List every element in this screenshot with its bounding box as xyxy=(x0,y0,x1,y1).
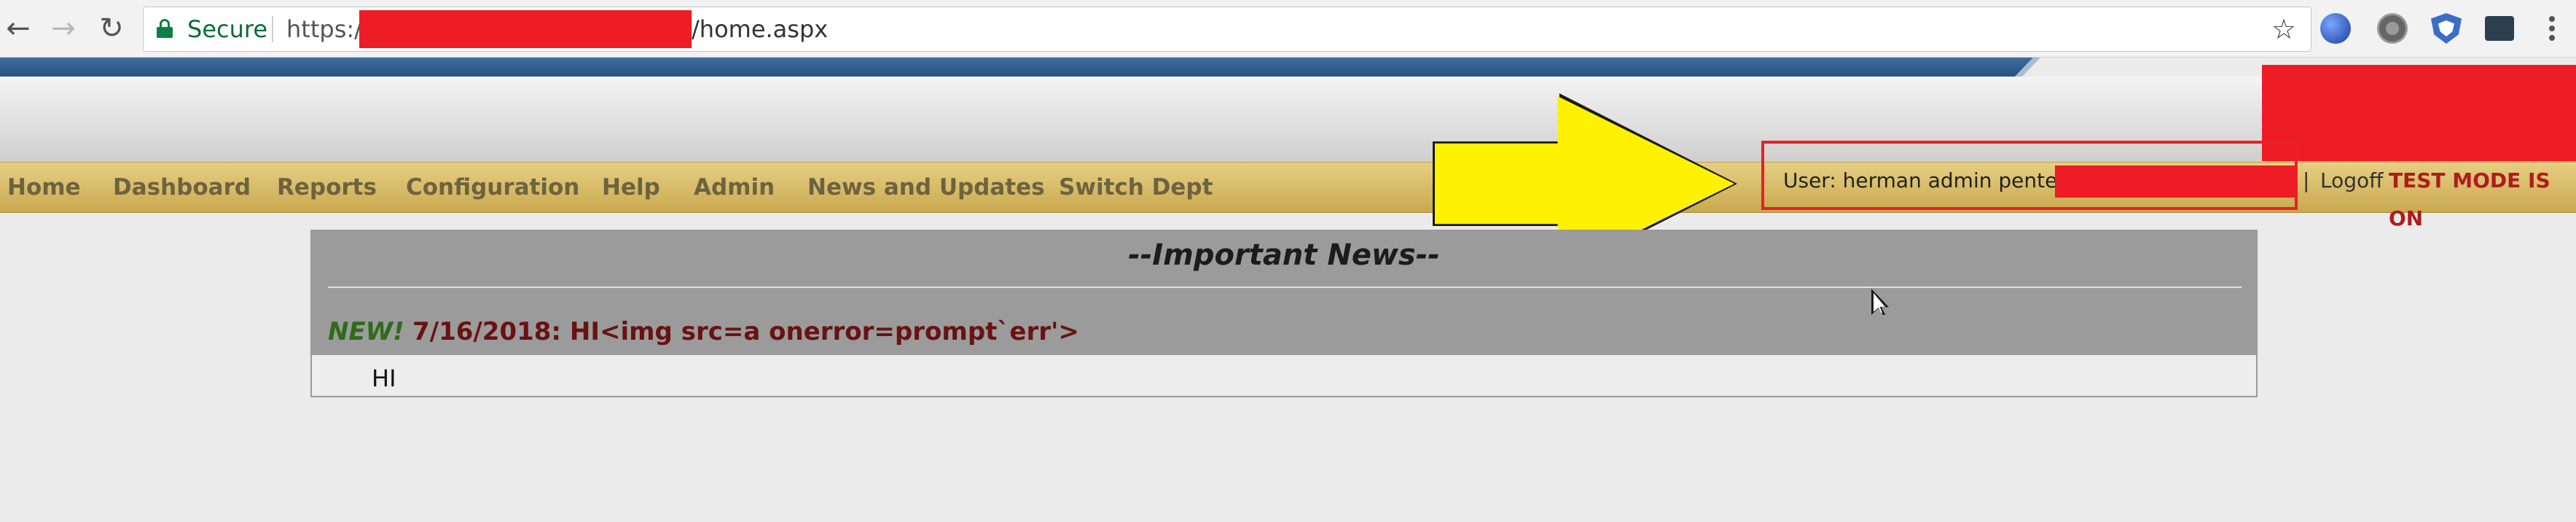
nav-configuration[interactable]: Configuration xyxy=(406,163,579,212)
news-title: --Important News-- xyxy=(1128,238,1440,272)
secure-label: Secure xyxy=(187,15,268,43)
nav-switch-dept[interactable]: Switch Dept xyxy=(1059,163,1213,212)
news-divider xyxy=(328,287,2242,288)
news-body: HI xyxy=(372,365,396,392)
url-prefix: https:// xyxy=(286,15,370,43)
logoff-link[interactable]: Logoff xyxy=(2320,162,2383,200)
header-redaction xyxy=(2262,65,2576,161)
nav-home[interactable]: Home xyxy=(7,163,81,212)
lock-icon xyxy=(157,19,173,38)
news-panel: --Important News-- NEW! 7/16/2018: HI<im… xyxy=(310,230,2258,397)
header-band xyxy=(0,58,2033,77)
omnibox-divider xyxy=(272,16,273,42)
url-path: /home.aspx xyxy=(692,15,829,43)
nav-admin[interactable]: Admin xyxy=(694,163,775,212)
new-badge: NEW! xyxy=(328,317,404,346)
briefcase-icon[interactable] xyxy=(2485,16,2514,41)
back-icon[interactable]: ← xyxy=(0,10,36,47)
reload-icon[interactable]: ↻ xyxy=(93,10,130,47)
forward-icon[interactable]: → xyxy=(45,10,82,47)
test-mode-indicator: TEST MODE IS ON xyxy=(2389,168,2550,230)
nav-help[interactable]: Help xyxy=(602,163,660,212)
header-separator: | xyxy=(2303,168,2310,192)
nav-news-updates[interactable]: News and Updates xyxy=(807,163,1045,212)
globe-icon[interactable] xyxy=(2320,13,2351,44)
nav-reports[interactable]: Reports xyxy=(277,163,377,212)
star-icon[interactable]: ☆ xyxy=(2271,7,2296,51)
browser-toolbar: ← → ↻ Secure https:// /home.aspx ☆ xyxy=(0,0,2576,58)
news-headline: 7/16/2018: HI<img src=a onerror=prompt`e… xyxy=(412,317,1079,346)
gear-icon[interactable] xyxy=(2377,13,2408,44)
shield-icon[interactable] xyxy=(2431,13,2462,44)
kebab-menu-icon[interactable] xyxy=(2543,10,2561,47)
nav-dashboard[interactable]: Dashboard xyxy=(113,163,251,212)
news-header: --Important News-- NEW! 7/16/2018: HI<im… xyxy=(312,231,2256,355)
address-bar[interactable]: Secure https:// /home.aspx ☆ xyxy=(143,7,2311,52)
url-redaction xyxy=(359,10,692,48)
annotation-highlight-box xyxy=(1761,141,2298,210)
